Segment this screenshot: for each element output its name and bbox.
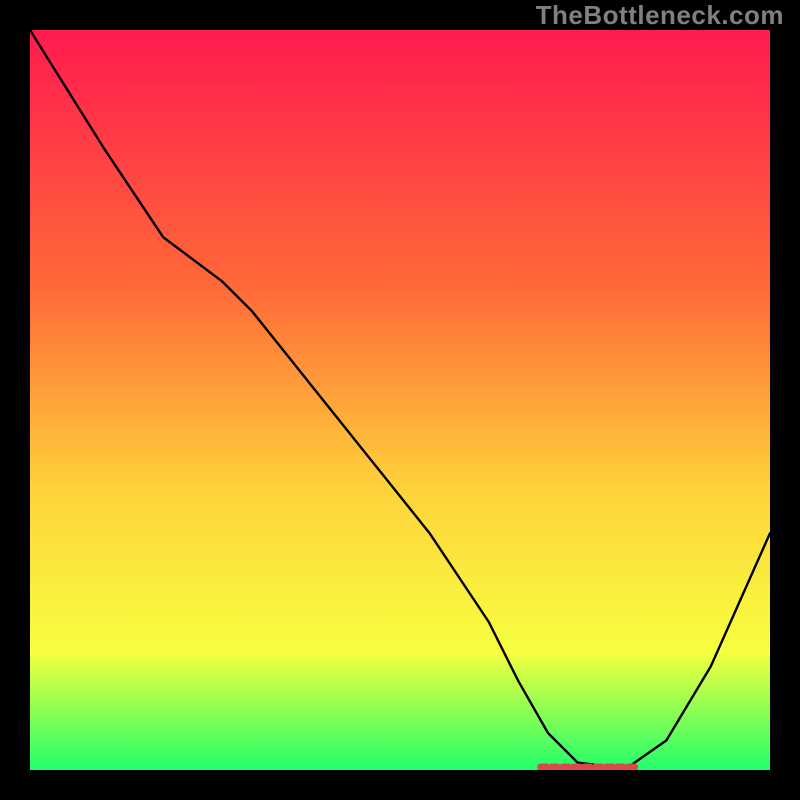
- watermark-text: TheBottleneck.com: [536, 0, 784, 31]
- gradient-background: [30, 30, 770, 770]
- bottleneck-chart: [30, 30, 770, 770]
- chart-frame: TheBottleneck.com: [0, 0, 800, 800]
